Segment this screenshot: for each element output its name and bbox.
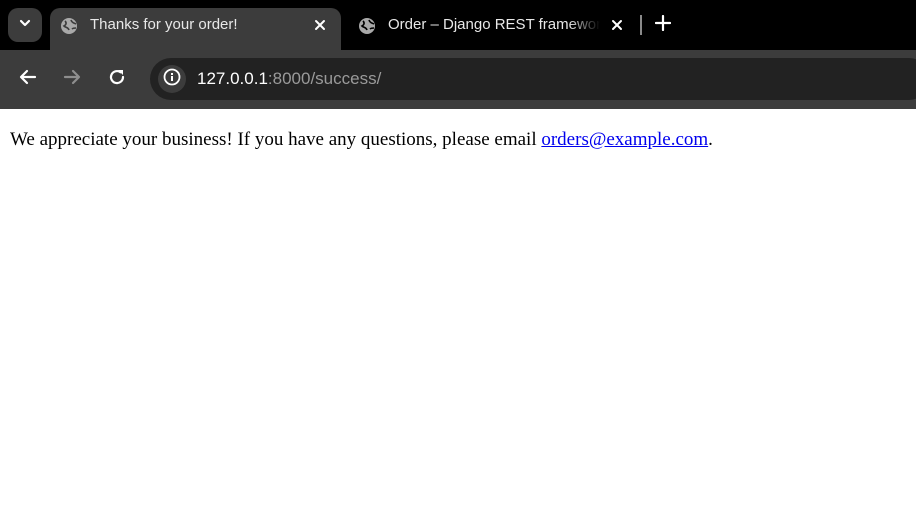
tab-order-django-rest-framework[interactable]: Order – Django REST framework (348, 8, 634, 50)
site-info-button[interactable] (158, 65, 186, 93)
back-arrow-icon (19, 68, 37, 91)
tab-thanks-for-your-order[interactable]: Thanks for your order! (50, 8, 341, 50)
close-icon[interactable] (606, 14, 628, 36)
plus-icon (654, 14, 672, 36)
address-bar[interactable]: 127.0.0.1:8000/success/ (150, 58, 916, 100)
thank-you-message: We appreciate your business! If you have… (10, 129, 542, 150)
url-path: :8000/success/ (267, 69, 382, 88)
message-period: . (708, 129, 713, 150)
tab-title: Thanks for your order! (90, 16, 238, 33)
tab-title: Order – Django REST framework (388, 16, 600, 33)
tab-divider (640, 15, 642, 35)
back-button[interactable] (14, 65, 42, 93)
info-icon (163, 68, 181, 91)
globe-icon (358, 17, 376, 35)
reload-button[interactable] (103, 65, 131, 93)
forward-arrow-icon (63, 68, 81, 91)
forward-button[interactable] (58, 65, 86, 93)
globe-icon (60, 17, 78, 35)
url-text[interactable]: 127.0.0.1:8000/success/ (197, 69, 381, 89)
email-link[interactable]: orders@example.com (541, 129, 708, 150)
page-content: We appreciate your business! If you have… (10, 129, 713, 151)
tab-search-button[interactable] (8, 8, 42, 42)
url-host: 127.0.0.1 (197, 69, 268, 88)
close-icon[interactable] (309, 14, 331, 36)
browser-toolbar: 127.0.0.1:8000/success/ (0, 50, 916, 109)
reload-icon (108, 68, 126, 91)
new-tab-button[interactable] (650, 12, 676, 38)
tab-strip: Thanks for your order! Order – Django RE… (0, 0, 916, 50)
chevron-down-icon (18, 16, 32, 35)
